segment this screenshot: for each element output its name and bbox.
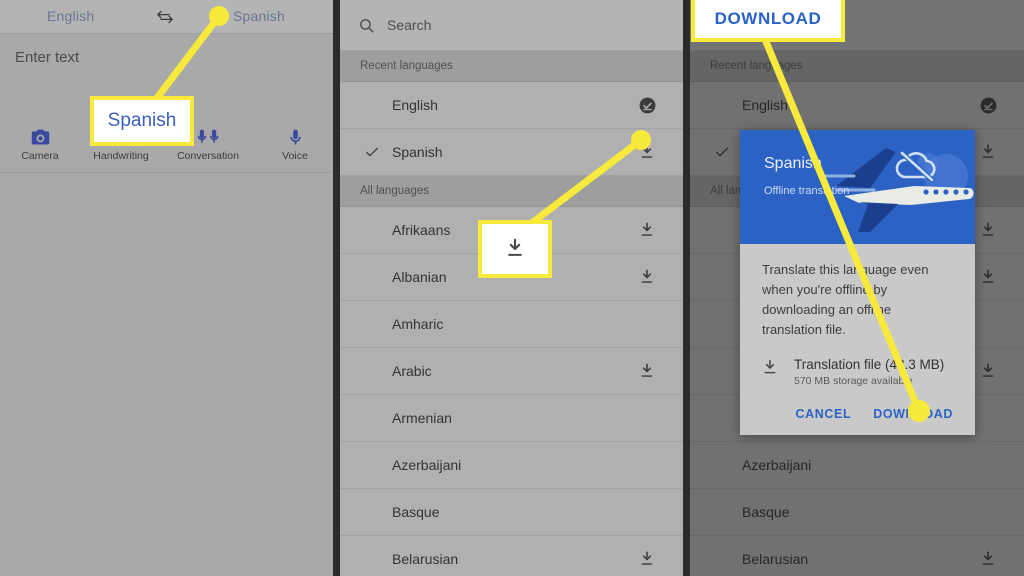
language-selector-bar: English Spanish <box>0 0 333 34</box>
list-item[interactable]: Armenian <box>340 395 683 442</box>
cancel-button[interactable]: CANCEL <box>796 407 852 421</box>
download-icon[interactable] <box>980 269 996 286</box>
language-picker-panel: Search Recent languages English Spanish … <box>340 0 683 576</box>
tool-label: Conversation <box>177 150 239 162</box>
list-item[interactable]: Amharic <box>340 301 683 348</box>
list-item[interactable]: English <box>340 82 683 129</box>
download-icon[interactable] <box>639 551 655 568</box>
storage-available-label: 570 MB storage available <box>794 375 913 387</box>
language-name: Amharic <box>392 316 444 332</box>
language-name: Albanian <box>392 269 447 285</box>
selected-check-icon <box>364 144 380 160</box>
panel-divider <box>683 0 690 576</box>
downloaded-check-icon <box>979 96 998 115</box>
callout-download-button: DOWNLOAD <box>691 0 845 42</box>
download-icon[interactable] <box>980 551 996 568</box>
language-name: Afrikaans <box>392 222 451 238</box>
dialog-description: Translate this language even when you're… <box>762 262 929 337</box>
divider <box>0 172 333 173</box>
callout-label: Spanish <box>107 110 177 131</box>
offline-download-dialog: Spanish Offline translation Translate th… <box>740 130 975 435</box>
download-button[interactable]: DOWNLOAD <box>873 407 953 421</box>
list-item[interactable]: Basque <box>340 489 683 536</box>
list-item[interactable]: English <box>690 82 1024 129</box>
download-icon[interactable] <box>980 144 996 161</box>
language-name: Basque <box>742 504 790 520</box>
section-header-recent: Recent languages <box>690 51 1024 82</box>
enter-text-input[interactable]: Enter text <box>15 49 79 66</box>
callout-download-icon <box>478 220 552 278</box>
language-name: Basque <box>392 504 440 520</box>
download-icon[interactable] <box>639 269 655 286</box>
source-language-button[interactable]: English <box>47 8 94 24</box>
download-icon <box>762 359 778 377</box>
section-header-recent: Recent languages <box>340 51 683 82</box>
swap-horizontal-icon[interactable] <box>155 9 175 25</box>
translate-home-panel: English Spanish Enter text Camera Handwr… <box>0 0 333 576</box>
list-item[interactable]: Spanish <box>340 129 683 176</box>
list-item[interactable]: Belarusian <box>340 536 683 576</box>
tool-label: Voice <box>282 150 308 162</box>
download-icon[interactable] <box>980 363 996 380</box>
list-item[interactable]: Basque <box>690 489 1024 536</box>
download-icon[interactable] <box>980 222 996 239</box>
camera-icon <box>0 126 82 148</box>
language-name: Azerbaijani <box>742 457 812 473</box>
target-language-button[interactable]: Spanish <box>233 8 285 24</box>
section-header-all: All languages <box>340 176 683 207</box>
language-name: Armenian <box>392 410 452 426</box>
tool-label: Camera <box>21 150 59 162</box>
translation-file-label: Translation file (43.3 MB) <box>794 357 945 372</box>
translation-file-row: Translation file (43.3 MB) 570 MB storag… <box>762 356 953 387</box>
panel-divider <box>333 0 340 576</box>
language-name: Azerbaijani <box>392 457 462 473</box>
search-input[interactable]: Search <box>387 17 431 33</box>
screenshot-stage: English Spanish Enter text Camera Handwr… <box>0 0 1024 576</box>
list-item[interactable]: Arabic <box>340 348 683 395</box>
language-name: Arabic <box>392 363 432 379</box>
cloud-off-icon <box>895 150 936 183</box>
list-item[interactable]: Azerbaijani <box>340 442 683 489</box>
download-icon <box>505 238 525 260</box>
language-name: English <box>742 97 788 113</box>
download-icon[interactable] <box>639 363 655 380</box>
list-item[interactable]: Belarusian <box>690 536 1024 576</box>
language-name: Belarusian <box>392 551 459 567</box>
tool-label: Handwriting <box>93 150 149 162</box>
language-name: Belarusian <box>742 551 809 567</box>
tool-voice[interactable]: Voice <box>253 126 333 162</box>
microphone-icon <box>253 126 333 148</box>
dialog-actions: CANCEL DOWNLOAD <box>740 391 975 435</box>
list-item[interactable]: Azerbaijani <box>690 442 1024 489</box>
callout-label: DOWNLOAD <box>714 9 822 28</box>
language-name: English <box>392 97 438 113</box>
dialog-hero: Spanish Offline translation <box>740 130 975 244</box>
download-icon[interactable] <box>639 144 655 161</box>
callout-spanish: Spanish <box>90 96 194 146</box>
dialog-subtitle: Offline translation <box>764 185 850 197</box>
dialog-body: Translate this language even when you're… <box>740 244 975 391</box>
downloaded-check-icon <box>638 96 657 115</box>
download-icon[interactable] <box>639 222 655 239</box>
selected-check-icon <box>714 144 730 160</box>
language-name: Spanish <box>392 144 443 160</box>
tool-camera[interactable]: Camera <box>0 126 82 162</box>
search-icon <box>358 17 375 34</box>
dialog-title: Spanish <box>764 155 822 172</box>
search-bar[interactable]: Search <box>340 0 683 51</box>
